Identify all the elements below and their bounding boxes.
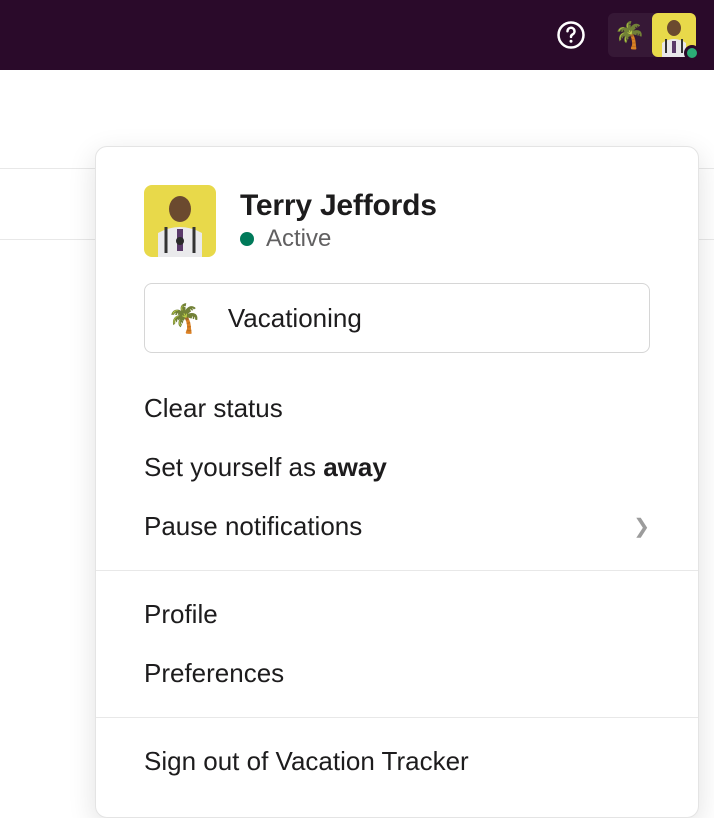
status-input[interactable]: 🌴 Vacationing	[144, 283, 650, 353]
set-away-item[interactable]: Set yourself as away	[96, 438, 698, 497]
profile-item[interactable]: Profile	[96, 585, 698, 644]
user-name: Terry Jeffords	[240, 189, 437, 223]
top-bar: 🌴	[0, 0, 714, 70]
presence-indicator-small	[684, 45, 700, 61]
chevron-right-icon: ❯	[633, 514, 650, 539]
pause-notifications-item[interactable]: Pause notifications ❯	[96, 497, 698, 556]
user-menu-header: Terry Jeffords Active	[96, 147, 698, 275]
presence-dot-icon	[240, 232, 254, 246]
avatar-large	[144, 185, 216, 257]
content-area: Terry Jeffords Active 🌴 Vacationing Clea…	[0, 70, 714, 762]
menu-item-label: Clear status	[144, 393, 283, 424]
help-icon	[556, 20, 586, 50]
user-avatar-button[interactable]: 🌴	[608, 13, 696, 57]
preferences-item[interactable]: Preferences	[96, 644, 698, 703]
menu-item-label: Pause notifications	[144, 511, 362, 542]
presence-text: Active	[266, 225, 331, 253]
menu-item-label: Preferences	[144, 658, 284, 689]
menu-item-label: Set yourself as away	[144, 452, 387, 483]
menu-divider	[96, 570, 698, 571]
avatar-icon	[144, 185, 216, 257]
palm-tree-icon: 🌴	[167, 302, 202, 335]
status-text: Vacationing	[228, 303, 362, 334]
help-button[interactable]	[552, 16, 590, 54]
clear-status-item[interactable]: Clear status	[96, 379, 698, 438]
menu-divider	[96, 717, 698, 718]
presence-row: Active	[240, 225, 437, 253]
status-emoji-small: 🌴	[608, 13, 652, 57]
menu-item-label: Profile	[144, 599, 218, 630]
user-menu-popover: Terry Jeffords Active 🌴 Vacationing Clea…	[95, 146, 699, 818]
